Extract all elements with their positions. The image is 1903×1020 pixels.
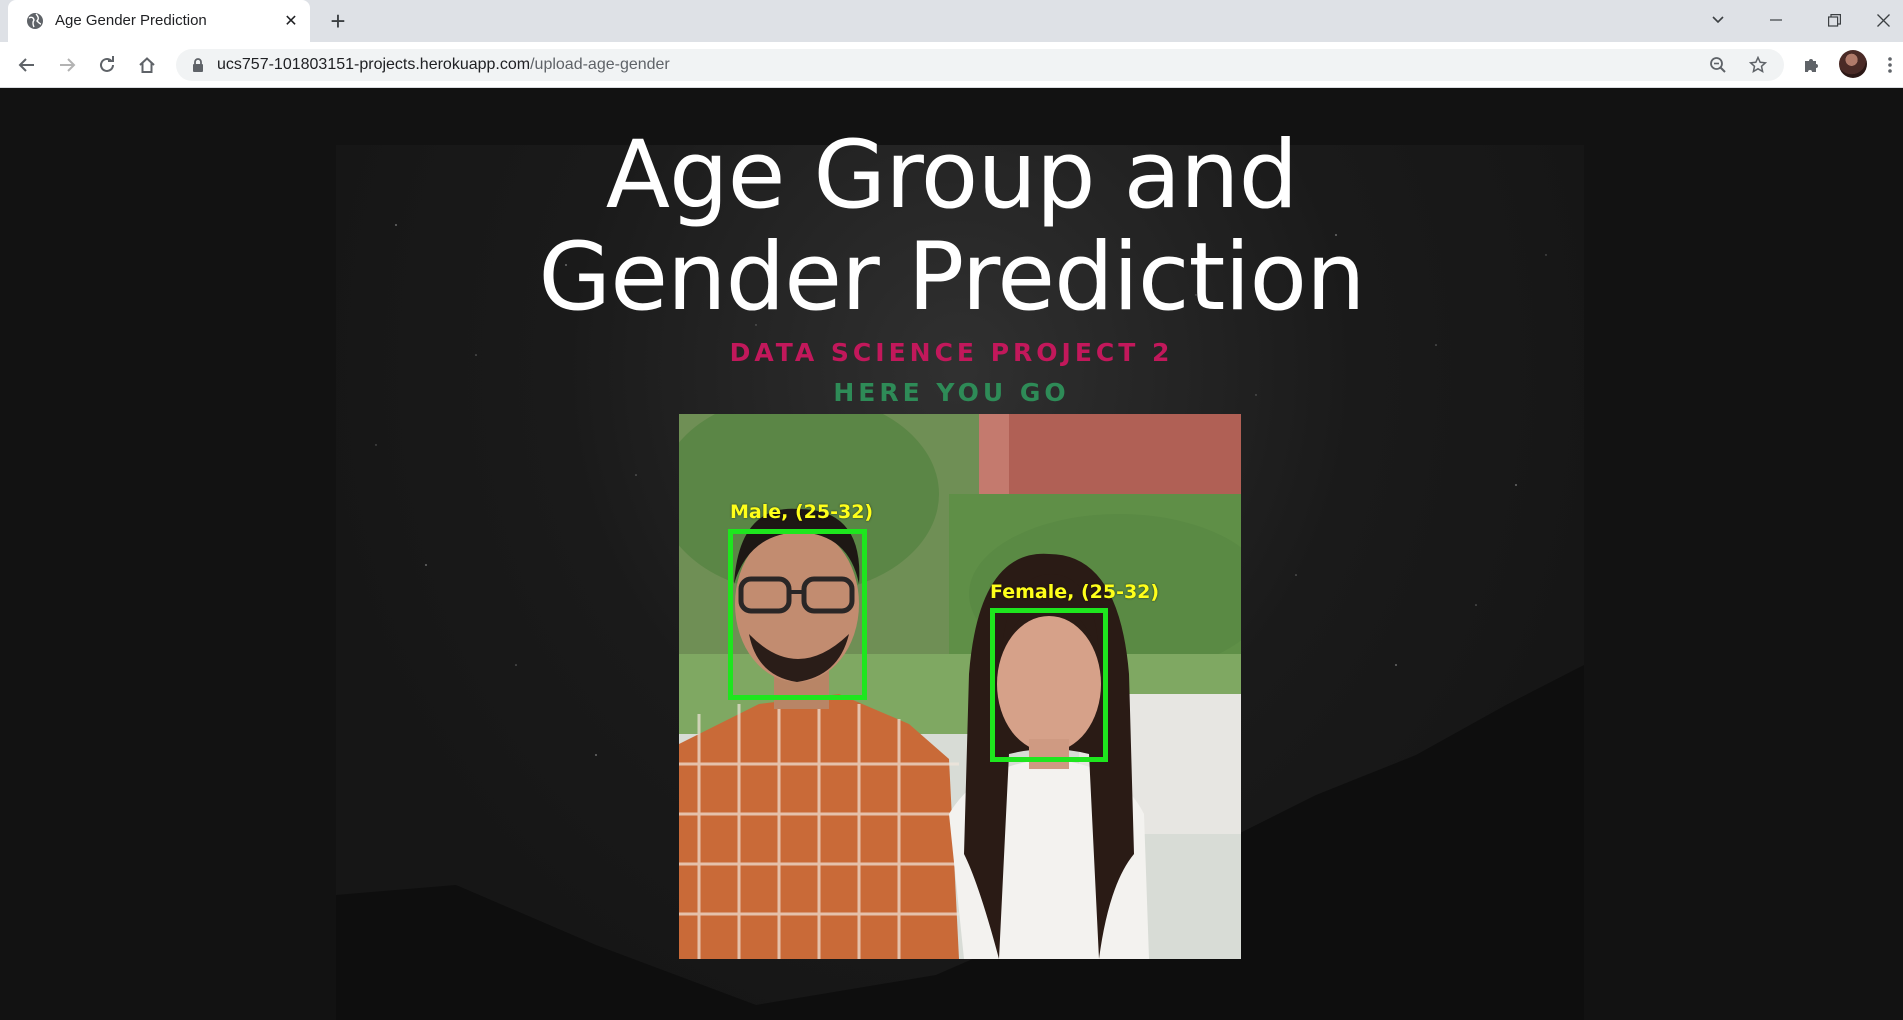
restore-window-button[interactable]	[1812, 6, 1856, 34]
face-prediction-label: Female, (25-32)	[990, 581, 1160, 603]
back-button[interactable]	[12, 50, 42, 80]
reload-icon	[100, 56, 114, 72]
tab-search-icon[interactable]	[1696, 6, 1740, 34]
extensions-button[interactable]	[1797, 50, 1827, 80]
globe-icon	[27, 13, 43, 29]
address-bar[interactable]: ucs757-101803151-projects.herokuapp.com/…	[176, 49, 1784, 81]
browser-tab-strip: Age Gender Prediction ✕ +	[0, 0, 1903, 42]
lock-icon[interactable]	[190, 57, 206, 73]
page-title: Age Group and Gender Prediction	[538, 121, 1365, 332]
arrow-right-icon	[60, 58, 76, 72]
reload-button[interactable]	[92, 50, 122, 80]
new-tab-button[interactable]: +	[326, 8, 350, 34]
browser-toolbar: ucs757-101803151-projects.herokuapp.com/…	[0, 42, 1903, 88]
home-button[interactable]	[132, 50, 162, 80]
url-text[interactable]: ucs757-101803151-projects.herokuapp.com/…	[217, 56, 670, 74]
close-tab-icon[interactable]: ✕	[280, 10, 302, 32]
puzzle-icon	[1805, 59, 1818, 72]
project-subtitle: DATA SCIENCE PROJECT 2	[729, 338, 1174, 367]
minimize-window-button[interactable]	[1754, 6, 1798, 34]
arrow-left-icon	[18, 58, 34, 72]
prediction-result-image: Male, (25-32) Female, (25-32)	[679, 414, 1241, 959]
face-bounding-box	[990, 608, 1108, 762]
face-prediction-label: Male, (25-32)	[730, 501, 874, 523]
page-viewport: Age Group and Gender Prediction DATA SCI…	[0, 89, 1903, 1020]
close-window-button[interactable]	[1864, 6, 1903, 34]
home-icon	[139, 57, 155, 73]
browser-tab-active[interactable]: Age Gender Prediction ✕	[8, 0, 310, 42]
browser-menu-button[interactable]	[1880, 50, 1900, 80]
profile-avatar[interactable]	[1839, 50, 1867, 78]
bookmark-star-icon[interactable]	[1746, 53, 1770, 77]
zoom-icon[interactable]	[1706, 53, 1730, 77]
tab-title: Age Gender Prediction	[55, 12, 207, 29]
forward-button[interactable]	[52, 50, 82, 80]
more-vertical-icon	[1888, 57, 1892, 73]
face-bounding-box	[728, 529, 867, 700]
result-tagline: HERE YOU GO	[833, 378, 1070, 407]
